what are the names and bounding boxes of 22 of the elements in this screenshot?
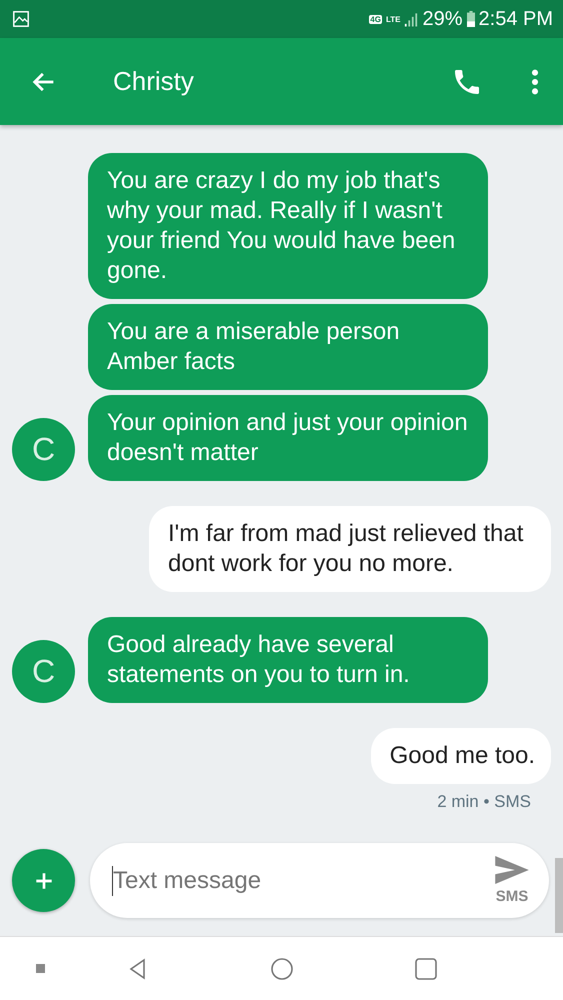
add-attachment-button[interactable] [12,849,75,912]
recent-apps-icon[interactable] [414,956,438,980]
message-bubble: I'm far from mad just relieved that dont work for you no more. [149,506,551,592]
message-bubble: You are crazy I do my job that's why your mad. Really if I wasn't your friend You would have been gone. [88,153,488,299]
contact-name: Christy [113,66,194,97]
contact-avatar[interactable]: C [12,418,75,481]
message-bubble: You are a miserable person Amber facts [88,304,488,390]
message-bubble: Your opinion and just your opinion doesn't matter [88,395,488,481]
signal-icon [404,10,418,28]
lte-label: LTE [386,14,400,24]
contact-avatar[interactable]: C [12,640,75,703]
message-timestamp: 2 min • SMS [436,792,532,812]
home-icon[interactable] [270,956,294,980]
battery-icon [466,10,475,28]
clock: 2:54 PM [478,8,553,30]
message-bubble: Good me too. [370,728,551,784]
battery-percent: 29% [422,8,463,30]
more-options-icon[interactable] [531,68,539,96]
message-bubble: Good already have several statements on you to turn in. [88,617,488,703]
message-input-field[interactable]: Text message SMS [90,843,549,918]
network-label: 4G [369,14,382,24]
image-icon [12,10,30,28]
